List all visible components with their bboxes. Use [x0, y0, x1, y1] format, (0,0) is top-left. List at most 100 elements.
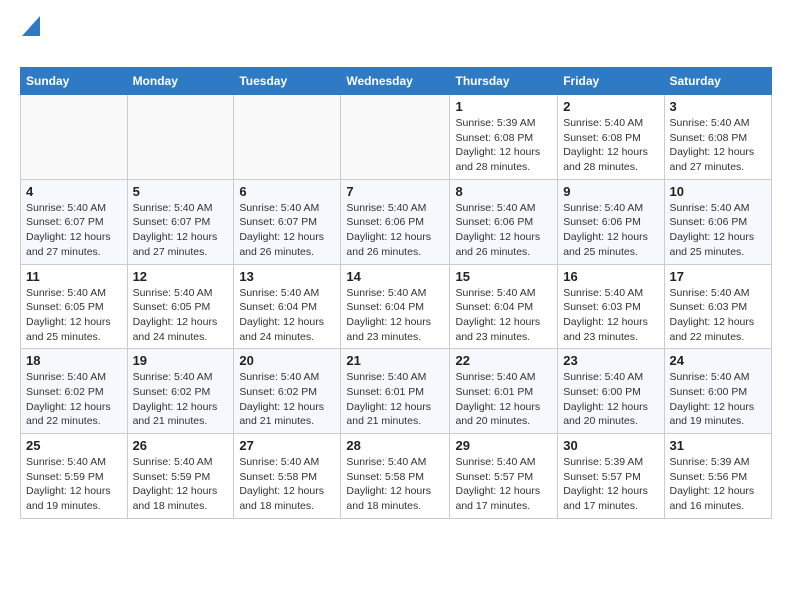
day-detail: Sunrise: 5:40 AM Sunset: 6:06 PM Dayligh…	[346, 201, 444, 260]
day-number: 24	[670, 353, 767, 368]
week-row-5: 25Sunrise: 5:40 AM Sunset: 5:59 PM Dayli…	[21, 434, 772, 519]
day-number: 12	[133, 269, 229, 284]
day-detail: Sunrise: 5:40 AM Sunset: 6:03 PM Dayligh…	[563, 286, 658, 345]
calendar-cell	[21, 95, 128, 180]
day-detail: Sunrise: 5:40 AM Sunset: 5:58 PM Dayligh…	[346, 455, 444, 514]
calendar-cell: 7 Sunrise: 5:40 AM Sunset: 6:06 PM Daylig…	[341, 179, 450, 264]
day-detail: Sunrise: 5:40 AM Sunset: 5:58 PM Dayligh…	[239, 455, 335, 514]
week-row-3: 11 Sunrise: 5:40 AM Sunset: 6:05 PM Dayli…	[21, 264, 772, 349]
day-number: 28	[346, 438, 444, 453]
calendar-cell: 1 Sunrise: 5:39 AM Sunset: 6:08 PM Daylig…	[450, 95, 558, 180]
day-number: 27	[239, 438, 335, 453]
day-detail: Sunrise: 5:40 AM Sunset: 6:06 PM Dayligh…	[455, 201, 552, 260]
calendar-cell	[127, 95, 234, 180]
day-detail: Sunrise: 5:40 AM Sunset: 6:00 PM Dayligh…	[670, 370, 767, 429]
day-detail: Sunrise: 5:40 AM Sunset: 6:05 PM Dayligh…	[26, 286, 122, 345]
day-number: 2	[563, 99, 658, 114]
calendar-cell	[341, 95, 450, 180]
weekday-header-row: SundayMondayTuesdayWednesdayThursdayFrid…	[21, 68, 772, 95]
calendar-cell: 11 Sunrise: 5:40 AM Sunset: 6:05 PM Dayli…	[21, 264, 128, 349]
day-detail: Sunrise: 5:40 AM Sunset: 6:07 PM Dayligh…	[26, 201, 122, 260]
day-number: 21	[346, 353, 444, 368]
calendar-cell: 21 Sunrise: 5:40 AM Sunset: 6:01 PM Dayli…	[341, 349, 450, 434]
day-number: 1	[455, 99, 552, 114]
day-detail: Sunrise: 5:40 AM Sunset: 6:01 PM Dayligh…	[455, 370, 552, 429]
day-detail: Sunrise: 5:40 AM Sunset: 5:57 PM Dayligh…	[455, 455, 552, 514]
calendar-cell: 6Sunrise: 5:40 AM Sunset: 6:07 PM Daylig…	[234, 179, 341, 264]
calendar-cell: 22 Sunrise: 5:40 AM Sunset: 6:01 PM Dayli…	[450, 349, 558, 434]
day-number: 22	[455, 353, 552, 368]
day-detail: Sunrise: 5:40 AM Sunset: 6:06 PM Dayligh…	[670, 201, 767, 260]
calendar-cell: 9 Sunrise: 5:40 AM Sunset: 6:06 PM Daylig…	[558, 179, 664, 264]
week-row-4: 18 Sunrise: 5:40 AM Sunset: 6:02 PM Dayli…	[21, 349, 772, 434]
calendar-cell: 27 Sunrise: 5:40 AM Sunset: 5:58 PM Dayli…	[234, 434, 341, 519]
day-number: 18	[26, 353, 122, 368]
day-number: 13	[239, 269, 335, 284]
calendar-cell: 26 Sunrise: 5:40 AM Sunset: 5:59 PM Dayli…	[127, 434, 234, 519]
day-number: 10	[670, 184, 767, 199]
day-detail: Sunrise: 5:40 AM Sunset: 6:07 PM Dayligh…	[133, 201, 229, 260]
day-detail: Sunrise: 5:40 AM Sunset: 6:04 PM Dayligh…	[455, 286, 552, 345]
day-number: 23	[563, 353, 658, 368]
day-number: 7	[346, 184, 444, 199]
header	[20, 16, 772, 59]
day-number: 4	[26, 184, 122, 199]
day-detail: Sunrise: 5:40 AM Sunset: 6:01 PM Dayligh…	[346, 370, 444, 429]
weekday-header-thursday: Thursday	[450, 68, 558, 95]
day-detail: Sunrise: 5:40 AM Sunset: 6:06 PM Dayligh…	[563, 201, 658, 260]
day-number: 9	[563, 184, 658, 199]
day-detail: Sunrise: 5:40 AM Sunset: 5:59 PM Dayligh…	[26, 455, 122, 514]
calendar-cell: 4 Sunrise: 5:40 AM Sunset: 6:07 PM Daylig…	[21, 179, 128, 264]
day-detail: Sunrise: 5:40 AM Sunset: 6:04 PM Dayligh…	[346, 286, 444, 345]
weekday-header-tuesday: Tuesday	[234, 68, 341, 95]
weekday-header-sunday: Sunday	[21, 68, 128, 95]
day-number: 5	[133, 184, 229, 199]
logo-triangle-icon	[20, 16, 40, 36]
page: SundayMondayTuesdayWednesdayThursdayFrid…	[0, 0, 792, 535]
calendar-cell: 31 Sunrise: 5:39 AM Sunset: 5:56 PM Dayli…	[664, 434, 772, 519]
weekday-header-wednesday: Wednesday	[341, 68, 450, 95]
day-number: 3	[670, 99, 767, 114]
calendar-cell: 18 Sunrise: 5:40 AM Sunset: 6:02 PM Dayli…	[21, 349, 128, 434]
day-number: 15	[455, 269, 552, 284]
calendar-cell: 13 Sunrise: 5:40 AM Sunset: 6:04 PM Dayli…	[234, 264, 341, 349]
calendar-cell: 24 Sunrise: 5:40 AM Sunset: 6:00 PM Dayli…	[664, 349, 772, 434]
day-number: 20	[239, 353, 335, 368]
day-number: 31	[670, 438, 767, 453]
week-row-1: 1 Sunrise: 5:39 AM Sunset: 6:08 PM Daylig…	[21, 95, 772, 180]
day-detail: Sunrise: 5:40 AM Sunset: 6:02 PM Dayligh…	[239, 370, 335, 429]
calendar-cell: 5 Sunrise: 5:40 AM Sunset: 6:07 PM Daylig…	[127, 179, 234, 264]
calendar-cell: 10 Sunrise: 5:40 AM Sunset: 6:06 PM Dayli…	[664, 179, 772, 264]
day-number: 17	[670, 269, 767, 284]
calendar-cell: 3 Sunrise: 5:40 AM Sunset: 6:08 PM Daylig…	[664, 95, 772, 180]
weekday-header-saturday: Saturday	[664, 68, 772, 95]
day-number: 26	[133, 438, 229, 453]
day-detail: Sunrise: 5:40 AM Sunset: 6:00 PM Dayligh…	[563, 370, 658, 429]
calendar-cell: 25Sunrise: 5:40 AM Sunset: 5:59 PM Dayli…	[21, 434, 128, 519]
weekday-header-monday: Monday	[127, 68, 234, 95]
day-detail: Sunrise: 5:40 AM Sunset: 5:59 PM Dayligh…	[133, 455, 229, 514]
calendar-table: SundayMondayTuesdayWednesdayThursdayFrid…	[20, 67, 772, 519]
calendar-cell: 17Sunrise: 5:40 AM Sunset: 6:03 PM Dayli…	[664, 264, 772, 349]
calendar-cell: 8Sunrise: 5:40 AM Sunset: 6:06 PM Daylig…	[450, 179, 558, 264]
logo	[20, 16, 40, 59]
day-detail: Sunrise: 5:40 AM Sunset: 6:04 PM Dayligh…	[239, 286, 335, 345]
day-detail: Sunrise: 5:39 AM Sunset: 5:56 PM Dayligh…	[670, 455, 767, 514]
day-number: 29	[455, 438, 552, 453]
day-number: 11	[26, 269, 122, 284]
day-number: 14	[346, 269, 444, 284]
day-number: 30	[563, 438, 658, 453]
calendar-cell: 16Sunrise: 5:40 AM Sunset: 6:03 PM Dayli…	[558, 264, 664, 349]
calendar-cell: 14 Sunrise: 5:40 AM Sunset: 6:04 PM Dayli…	[341, 264, 450, 349]
day-detail: Sunrise: 5:39 AM Sunset: 6:08 PM Dayligh…	[455, 116, 552, 175]
calendar-cell: 2 Sunrise: 5:40 AM Sunset: 6:08 PM Daylig…	[558, 95, 664, 180]
calendar-cell: 29 Sunrise: 5:40 AM Sunset: 5:57 PM Dayli…	[450, 434, 558, 519]
day-detail: Sunrise: 5:40 AM Sunset: 6:08 PM Dayligh…	[670, 116, 767, 175]
day-number: 19	[133, 353, 229, 368]
calendar-cell	[234, 95, 341, 180]
week-row-2: 4 Sunrise: 5:40 AM Sunset: 6:07 PM Daylig…	[21, 179, 772, 264]
day-detail: Sunrise: 5:40 AM Sunset: 6:08 PM Dayligh…	[563, 116, 658, 175]
calendar-cell: 30Sunrise: 5:39 AM Sunset: 5:57 PM Dayli…	[558, 434, 664, 519]
weekday-header-friday: Friday	[558, 68, 664, 95]
day-detail: Sunrise: 5:40 AM Sunset: 6:02 PM Dayligh…	[26, 370, 122, 429]
